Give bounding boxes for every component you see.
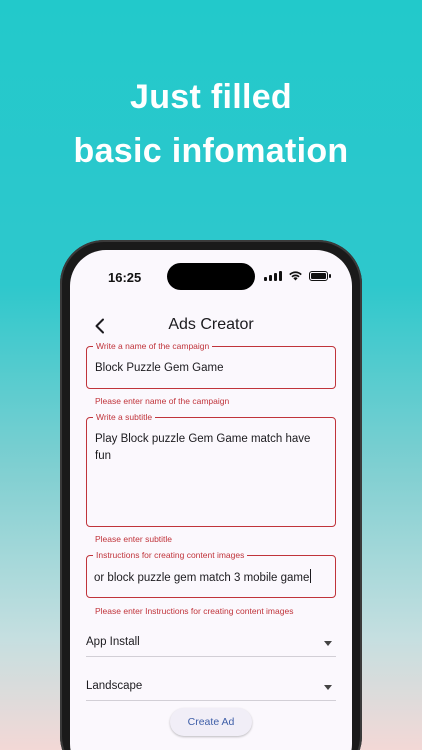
subtitle-value: Play Block puzzle Gem Game match have fu… bbox=[95, 433, 314, 462]
subtitle-label: Write a subtitle bbox=[93, 412, 156, 422]
subtitle-field[interactable]: Write a subtitle Play Block puzzle Gem G… bbox=[86, 412, 336, 527]
campaign-name-error: Please enter name of the campaign bbox=[95, 396, 230, 406]
page-title: Ads Creator bbox=[168, 316, 254, 333]
promo-headline: Just filled basic infomation bbox=[0, 70, 422, 178]
ad-type-selected: App Install bbox=[86, 636, 140, 648]
dynamic-island bbox=[167, 263, 255, 290]
headline-line-1: Just filled bbox=[130, 78, 292, 116]
subtitle-error: Please enter subtitle bbox=[95, 534, 173, 544]
instructions-error: Please enter Instructions for creating c… bbox=[95, 606, 294, 616]
signal-icon bbox=[264, 270, 282, 281]
caret-down-icon bbox=[324, 685, 332, 690]
battery-icon bbox=[309, 270, 331, 281]
campaign-name-value: Block Puzzle Gem Game bbox=[95, 362, 224, 374]
orientation-dropdown[interactable]: Landscape bbox=[86, 675, 336, 701]
phone-frame: 16:25 Ads Creator Write a name of the ca… bbox=[60, 240, 362, 750]
orientation-selected: Landscape bbox=[86, 680, 143, 692]
app-bar: Ads Creator bbox=[70, 306, 352, 346]
instructions-value: or block puzzle gem match 3 mobile game bbox=[94, 572, 310, 584]
campaign-name-field[interactable]: Write a name of the campaign Block Puzzl… bbox=[86, 341, 336, 389]
caret-down-icon bbox=[324, 641, 332, 646]
instructions-field[interactable]: Instructions for creating content images… bbox=[86, 550, 336, 598]
ad-type-dropdown[interactable]: App Install bbox=[86, 631, 336, 657]
headline-line-2: basic infomation bbox=[73, 132, 349, 170]
phone-screen: 16:25 Ads Creator Write a name of the ca… bbox=[70, 250, 352, 750]
text-cursor bbox=[310, 569, 312, 583]
status-icons bbox=[264, 270, 331, 281]
create-ad-button[interactable]: Create Ad bbox=[170, 708, 252, 736]
instructions-label: Instructions for creating content images bbox=[93, 550, 248, 560]
instructions-value-wrap: or block puzzle gem match 3 mobile game bbox=[94, 569, 329, 587]
status-bar: 16:25 bbox=[70, 250, 352, 300]
status-time: 16:25 bbox=[108, 270, 142, 285]
campaign-name-label: Write a name of the campaign bbox=[93, 341, 213, 351]
wifi-icon bbox=[289, 271, 302, 281]
